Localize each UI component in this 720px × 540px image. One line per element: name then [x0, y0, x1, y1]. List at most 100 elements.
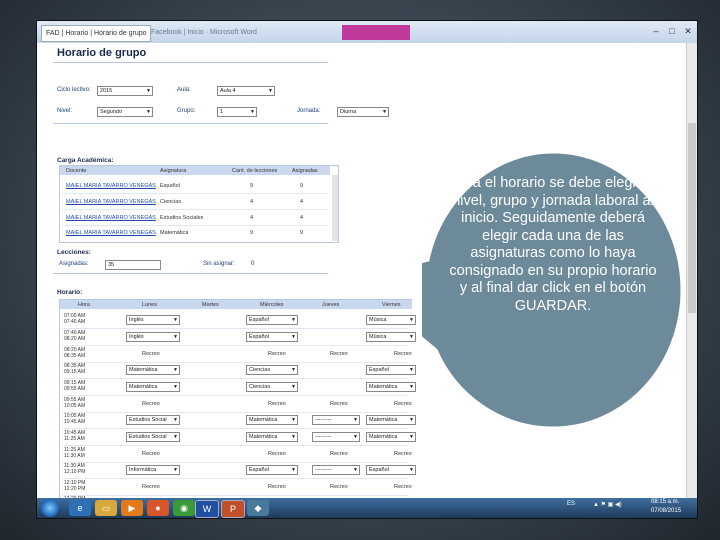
horario-cell-select[interactable]: Matemática ▼ [246, 432, 298, 442]
media-icon[interactable]: ▶ [121, 500, 143, 516]
ie-icon[interactable]: e [69, 500, 91, 516]
horario-cell-select[interactable]: Matemática ▼ [366, 382, 416, 392]
horario-cell-select[interactable]: Matemática ▼ [126, 365, 180, 375]
chevron-down-icon: ▼ [291, 417, 296, 423]
carga-header [60, 166, 330, 175]
horario-cell-select[interactable]: Música ▼ [366, 332, 416, 342]
jornada-select[interactable]: Diurna ▼ [337, 107, 389, 117]
horario-cell-select[interactable]: Inglés ▼ [126, 315, 180, 325]
jornada-value: Diurna [340, 109, 357, 115]
carga-header-asignadas: Asignadas [292, 168, 318, 174]
recreo-label: Recreo [142, 401, 160, 407]
grupo-value: 1 [220, 109, 224, 115]
horario-cell-value: Matemática [249, 434, 278, 440]
carga-docente[interactable]: MAIEL MARIA TAVARRO VENEGAS [66, 183, 156, 189]
carga-docente[interactable]: MAIEL MARIA TAVARRO VENEGAS [66, 199, 156, 205]
horario-cell-select[interactable]: Matemática ▼ [366, 415, 416, 425]
maximize-icon[interactable]: □ [665, 25, 679, 37]
sin-asignar-value: 0 [251, 261, 255, 267]
recreo-label: Recreo [394, 484, 412, 490]
word-icon[interactable]: W [195, 500, 219, 518]
carga-docente[interactable]: MAIEL MARIA TAVARRO VENEGAS [66, 215, 156, 221]
horario-cell-value: Matemática [129, 367, 158, 373]
chevron-down-icon: ▼ [409, 367, 414, 373]
horario-cell-select[interactable]: --------- ▼ [312, 415, 360, 425]
horario-time: 08:35 AM 09:15 AM [64, 363, 85, 375]
horario-header-jueves: Jueves [322, 302, 340, 308]
chevron-down-icon: ▼ [409, 417, 414, 423]
firefox-icon[interactable]: ● [147, 500, 169, 516]
time-label: 10:45 AM [64, 419, 86, 425]
close-icon[interactable]: ✕ [681, 25, 695, 37]
chevron-down-icon: ▼ [353, 417, 358, 423]
horario-cell-select[interactable]: Informática ▼ [126, 465, 180, 475]
horario-cell-select[interactable]: Español ▼ [366, 365, 416, 375]
horario-cell-value: Inglés [129, 317, 144, 323]
carga-docente[interactable]: MAIEL MARIA TAVARRO VENEGAS [66, 230, 156, 236]
horario-cell-select[interactable]: Matemática ▼ [366, 432, 416, 442]
horario-row: 09:15 AM 09:55 AM Matemática ▼ Ciencias ▼ Mate… [60, 379, 416, 397]
horario-cell-select[interactable]: Estudios Social ▼ [126, 415, 180, 425]
nivel-select[interactable]: Segundo ▼ [97, 107, 153, 117]
carga-cantidad: 9 [250, 183, 254, 189]
tab-other[interactable] [342, 25, 410, 40]
chevron-down-icon: ▼ [409, 434, 414, 440]
page-title: Horario de grupo [57, 47, 147, 59]
browser-titlebar: FAD | Horario | Horario de grupo Faceboo… [37, 21, 697, 43]
horario-cell-select[interactable]: Inglés ▼ [126, 332, 180, 342]
grupo-select[interactable]: 1 ▼ [217, 107, 257, 117]
horario-cell-select[interactable]: Español ▼ [246, 315, 298, 325]
chevron-down-icon: ▼ [409, 334, 414, 340]
horario-cell-value: Inglés [129, 334, 144, 340]
page-scrollbar[interactable] [686, 43, 697, 498]
time-label: 12:20 PM [64, 486, 86, 492]
clock-date[interactable]: 07/08/2015 [651, 508, 681, 514]
horario-cell-select[interactable]: --------- ▼ [312, 465, 360, 475]
horario-cell-select[interactable]: Español ▼ [246, 465, 298, 475]
horario-cell-value: Música [369, 334, 387, 340]
jornada-label: Jornada: [297, 108, 321, 114]
tab-facebook-word[interactable]: Facebook | Inicio · Microsoft Word [147, 25, 345, 40]
scrollbar-thumb[interactable] [688, 123, 696, 313]
horario-row: 10:05 AM 10:45 AM Estudios Social ▼ Matemáti… [60, 412, 416, 430]
carga-header-asignatura: Asignatura [160, 168, 187, 174]
chrome-icon[interactable]: ◉ [173, 500, 195, 516]
horario-cell-select[interactable]: --------- ▼ [312, 432, 360, 442]
start-button[interactable] [41, 499, 59, 517]
chevron-down-icon: ▼ [173, 367, 178, 373]
minimize-icon[interactable]: – [649, 25, 663, 37]
horario-cell-select[interactable]: Matemática ▼ [126, 382, 180, 392]
horario-cell-select[interactable]: Ciencias ▼ [246, 382, 298, 392]
horario-cell-value: Matemática [249, 417, 278, 423]
time-label: 08:20 AM [64, 336, 86, 342]
folder-icon[interactable]: ▭ [95, 500, 117, 516]
horario-cell-select[interactable]: Matemática ▼ [246, 415, 298, 425]
horario-cell-select[interactable]: Español ▼ [246, 332, 298, 342]
powerpoint-icon[interactable]: P [221, 500, 245, 518]
horario-cell-select[interactable]: Español ▼ [366, 465, 416, 475]
app-icon[interactable]: ◆ [247, 500, 269, 516]
carga-title: Carga Académica: [57, 157, 114, 164]
aula-value: Aula 4 [220, 88, 236, 94]
horario-cell-select[interactable]: Música ▼ [366, 315, 416, 325]
recreo-label: Recreo [394, 401, 412, 407]
grupo-label: Grupo: [177, 108, 196, 114]
tab-horario[interactable]: FAD | Horario | Horario de grupo [41, 25, 151, 42]
aula-select[interactable]: Aula 4 ▼ [217, 86, 275, 96]
clock-time[interactable]: 08:15 a.m. [651, 499, 679, 505]
chevron-down-icon: ▼ [353, 434, 358, 440]
ciclo-select[interactable]: 2015 ▼ [97, 86, 153, 96]
horario-cell-select[interactable]: Ciencias ▼ [246, 365, 298, 375]
asignadas-field[interactable]: 35 [105, 260, 161, 270]
carga-asignadas: 9 [300, 183, 304, 189]
horario-cell-value: --------- [315, 417, 332, 423]
horario-cell-select[interactable]: Estudios Social ▼ [126, 432, 180, 442]
chevron-down-icon: ▼ [291, 384, 296, 390]
horario-row: 11:30 AM 12:10 PM Informática ▼ Español ▼ ----… [60, 462, 416, 480]
language-indicator[interactable]: ES [567, 501, 575, 507]
recreo-label: Recreo [268, 484, 286, 490]
tray-icons[interactable]: ▲ ⚑ ▣ ◀) [593, 501, 622, 508]
carga-asignatura: Ciencias [160, 199, 182, 205]
carga-scrollbar[interactable] [332, 175, 338, 241]
horario-cell-value: Matemática [369, 417, 398, 423]
